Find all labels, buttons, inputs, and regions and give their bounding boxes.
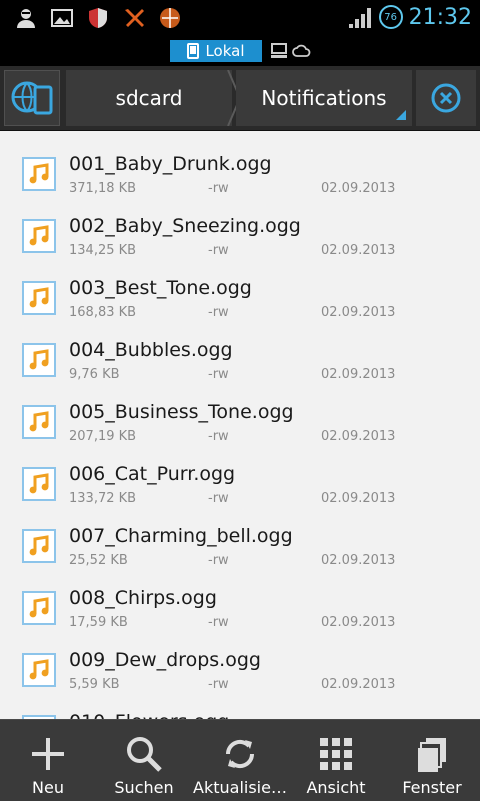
dropdown-indicator: [396, 110, 406, 120]
computer-icon[interactable]: [270, 42, 288, 60]
audio-file-icon: [22, 157, 56, 191]
file-size: 5,59 KB: [69, 677, 120, 692]
breadcrumb-sdcard-label: sdcard: [115, 86, 183, 110]
close-button[interactable]: [416, 70, 476, 126]
audio-file-icon: [22, 653, 56, 687]
tab-local[interactable]: Lokal: [170, 40, 262, 62]
search-button[interactable]: Suchen: [96, 720, 192, 801]
bottom-toolbar: Neu Suchen Aktualisie… Ansicht Fenster: [0, 719, 480, 801]
audio-file-icon: [22, 405, 56, 439]
file-date: 02.09.2013: [321, 305, 396, 320]
file-name: 002_Baby_Sneezing.ogg: [69, 215, 301, 237]
file-date: 02.09.2013: [321, 367, 396, 382]
file-permissions: -rw: [208, 491, 229, 506]
window-button[interactable]: Fenster: [384, 720, 480, 801]
file-date: 02.09.2013: [321, 677, 396, 692]
file-date: 02.09.2013: [321, 181, 396, 196]
status-bar: 76 21:32: [0, 0, 480, 38]
refresh-button[interactable]: Aktualisie…: [192, 720, 288, 801]
file-permissions: -rw: [208, 553, 229, 568]
file-row[interactable]: 004_Bubbles.ogg 9,76 KB -rw 02.09.2013: [0, 325, 480, 387]
tools-icon: [125, 9, 144, 27]
file-list[interactable]: 001_Baby_Drunk.ogg 371,18 KB -rw 02.09.2…: [0, 131, 480, 719]
ball-icon: [160, 8, 180, 28]
audio-file-icon: [22, 343, 56, 377]
file-row[interactable]: 008_Chirps.ogg 17,59 KB -rw 02.09.2013: [0, 573, 480, 635]
grid-icon: [320, 738, 352, 770]
search-icon: [127, 737, 162, 772]
status-time: 21:32: [408, 4, 472, 30]
file-name: 009_Dew_drops.ogg: [69, 649, 261, 671]
file-row[interactable]: 005_Business_Tone.ogg 207,19 KB -rw 02.0…: [0, 387, 480, 449]
breadcrumb-sdcard[interactable]: sdcard: [66, 70, 232, 126]
signal-icon: [348, 8, 371, 28]
file-size: 168,83 KB: [69, 305, 137, 320]
user-icon: [17, 9, 35, 28]
file-permissions: -rw: [208, 615, 229, 630]
globe-device-icon: [11, 81, 53, 115]
file-permissions: -rw: [208, 243, 229, 258]
audio-file-icon: [22, 529, 56, 563]
plus-icon: [32, 738, 64, 770]
audio-file-icon: [22, 219, 56, 253]
file-row[interactable]: 002_Baby_Sneezing.ogg 134,25 KB -rw 02.0…: [0, 201, 480, 263]
tab-local-label: Lokal: [205, 42, 245, 60]
audio-file-icon: [22, 591, 56, 625]
view-button-label: Ansicht: [306, 778, 366, 797]
close-icon: [431, 83, 461, 113]
window-button-label: Fenster: [402, 778, 462, 797]
file-date: 02.09.2013: [321, 491, 396, 506]
file-size: 25,52 KB: [69, 553, 128, 568]
file-permissions: -rw: [208, 677, 229, 692]
file-name: 004_Bubbles.ogg: [69, 339, 233, 361]
file-permissions: -rw: [208, 429, 229, 444]
breadcrumb-notifications-label: Notifications: [261, 86, 387, 110]
file-name: 010_Flowers.ogg: [69, 711, 229, 719]
file-row[interactable]: 010_Flowers.ogg: [0, 697, 480, 719]
file-date: 02.09.2013: [321, 615, 396, 630]
file-permissions: -rw: [208, 367, 229, 382]
file-name: 001_Baby_Drunk.ogg: [69, 153, 272, 175]
file-row[interactable]: 003_Best_Tone.ogg 168,83 KB -rw 02.09.20…: [0, 263, 480, 325]
file-size: 207,19 KB: [69, 429, 137, 444]
location-tabs: Lokal: [0, 38, 480, 66]
file-permissions: -rw: [208, 181, 229, 196]
file-name: 008_Chirps.ogg: [69, 587, 217, 609]
refresh-icon: [225, 739, 255, 769]
file-name: 003_Best_Tone.ogg: [69, 277, 252, 299]
file-permissions: -rw: [208, 305, 229, 320]
windows-icon: [418, 738, 446, 772]
breadcrumb-notifications[interactable]: Notifications: [236, 70, 412, 126]
cloud-icon[interactable]: [292, 42, 312, 60]
file-row[interactable]: 006_Cat_Purr.ogg 133,72 KB -rw 02.09.201…: [0, 449, 480, 511]
new-button-label: Neu: [32, 778, 64, 797]
storage-button[interactable]: [4, 70, 60, 126]
refresh-button-label: Aktualisie…: [193, 778, 287, 797]
file-name: 006_Cat_Purr.ogg: [69, 463, 236, 485]
view-button[interactable]: Ansicht: [288, 720, 384, 801]
search-button-label: Suchen: [114, 778, 174, 797]
file-date: 02.09.2013: [321, 429, 396, 444]
file-row[interactable]: 001_Baby_Drunk.ogg 371,18 KB -rw 02.09.2…: [0, 139, 480, 201]
file-size: 133,72 KB: [69, 491, 137, 506]
file-name: 007_Charming_bell.ogg: [69, 525, 293, 547]
image-icon: [51, 9, 73, 27]
phone-icon: [187, 43, 200, 59]
audio-file-icon: [22, 467, 56, 501]
new-button[interactable]: Neu: [0, 720, 96, 801]
file-size: 371,18 KB: [69, 181, 137, 196]
file-size: 17,59 KB: [69, 615, 128, 630]
path-bar: sdcard Notifications: [0, 66, 480, 131]
file-date: 02.09.2013: [321, 553, 396, 568]
file-date: 02.09.2013: [321, 243, 396, 258]
audio-file-icon: [22, 281, 56, 315]
file-row[interactable]: 007_Charming_bell.ogg 25,52 KB -rw 02.09…: [0, 511, 480, 573]
file-name: 005_Business_Tone.ogg: [69, 401, 294, 423]
file-size: 134,25 KB: [69, 243, 137, 258]
file-size: 9,76 KB: [69, 367, 120, 382]
battery-icon: 76: [378, 5, 403, 29]
shield-icon: [89, 8, 107, 28]
file-row[interactable]: 009_Dew_drops.ogg 5,59 KB -rw 02.09.2013: [0, 635, 480, 697]
